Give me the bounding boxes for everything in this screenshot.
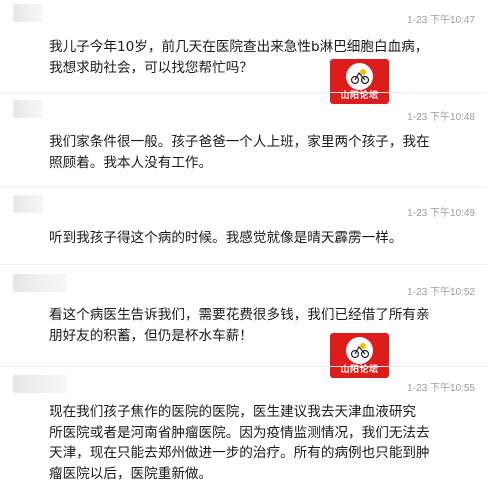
- divider: [0, 187, 487, 188]
- message-text: 我儿子今年10岁，前几天在医院查出来急性b淋巴细胞白血病， 我想求助社会，可以找…: [49, 39, 429, 76]
- message-text: 我们家条件很一般。孩子爸爸一个人上班，家里两个孩子，我在 照顾着。我本人没有工作…: [49, 134, 430, 171]
- avatar[interactable]: [13, 100, 43, 118]
- message-text: 听到我孩子得这个病的时候。我感觉就像是晴天霹雳一样。: [49, 230, 403, 246]
- message-time: 1-23 下午10:49: [407, 208, 475, 219]
- watermark-logo: 山阳论坛: [330, 59, 389, 104]
- divider: [0, 366, 487, 367]
- message-time: 1-23 下午10:55: [407, 383, 475, 394]
- watermark-label: 山阳论坛: [340, 91, 379, 101]
- divider: [0, 264, 487, 265]
- avatar[interactable]: [13, 4, 43, 22]
- watermark-label: 山阳论坛: [340, 365, 379, 375]
- shanyang-forum-logo-icon: [346, 337, 373, 364]
- message-text: 看这个病医生告诉我们，需要花费很多钱，我们已经借了所有亲 朋好友的积蓄，但仍是杯…: [49, 307, 430, 344]
- shanyang-forum-logo-icon: [346, 63, 373, 90]
- divider: [0, 92, 487, 93]
- watermark-logo: 山阳论坛: [330, 333, 389, 378]
- message-time: 1-23 下午10:48: [407, 112, 475, 123]
- message-time: 1-23 下午10:52: [407, 287, 475, 298]
- avatar[interactable]: [13, 375, 67, 393]
- avatar[interactable]: [13, 274, 67, 292]
- message-text: 现在我们孩子焦作的医院的医院，医生建议我去天津血液研究 所医院或者是河南省肿瘤医…: [49, 404, 430, 482]
- message-time: 1-23 下午10:47: [407, 15, 475, 26]
- chat-thread: 1-23 下午10:47 我儿子今年10岁，前几天在医院查出来急性b淋巴细胞白血…: [0, 0, 487, 500]
- avatar[interactable]: [13, 195, 43, 213]
